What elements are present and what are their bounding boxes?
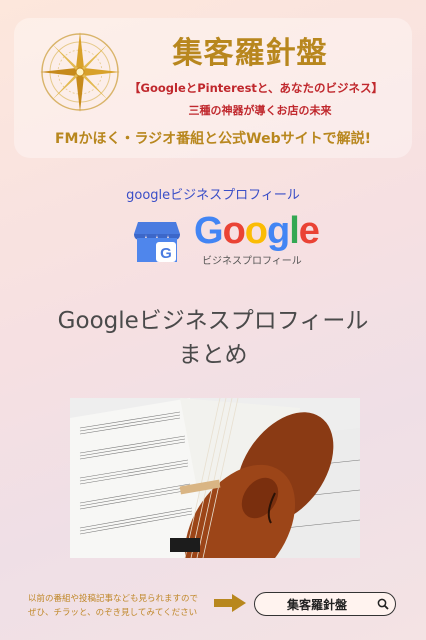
- search-query-text: 集客羅針盤: [286, 598, 347, 612]
- google-business-profile-logo: G Google ビジネスプロフィール: [134, 210, 320, 270]
- search-box[interactable]: 集客羅針盤: [254, 592, 396, 616]
- tagline: 三種の神器が導くお店の未来: [188, 104, 332, 117]
- google-wordmark: Google: [194, 210, 320, 252]
- violin-sheet-music-photo: [70, 398, 360, 558]
- page-title-line2: まとめ: [178, 342, 248, 368]
- page-title: Googleビジネスプロフィール まとめ: [0, 304, 426, 372]
- footer-note-line2: ぜひ、チラッと、のぞき見してみてください: [28, 608, 198, 618]
- compass-logo-icon: [40, 32, 120, 112]
- footer-note: 以前の番組や投稿記事なども見られますので ぜひ、チラッと、のぞき見してみてくださ…: [28, 592, 218, 620]
- footer-note-line1: 以前の番組や投稿記事なども見られますので: [28, 594, 199, 604]
- arrow-right-icon: [214, 594, 246, 612]
- store-icon: G: [134, 222, 180, 262]
- brand-title: 集客羅針盤: [172, 36, 328, 71]
- search-icon[interactable]: [377, 598, 389, 610]
- product-label: googleビジネスプロフィール: [126, 188, 300, 203]
- google-logo-subtext: ビジネスプロフィール: [202, 256, 302, 267]
- page-title-line1: Googleビジネスプロフィール: [57, 308, 369, 334]
- radio-announcement: FMかほく・ラジオ番組と公式Webサイトで解説!: [54, 131, 372, 147]
- svg-text:G: G: [160, 245, 172, 262]
- program-subtitle: 【GoogleとPinterestと、あなたのビジネス】: [129, 81, 383, 95]
